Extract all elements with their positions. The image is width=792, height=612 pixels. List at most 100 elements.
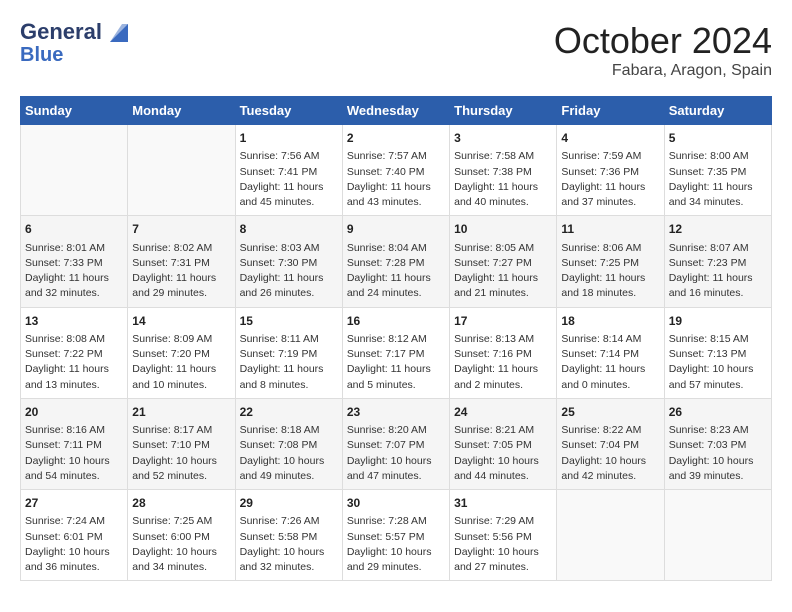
day-info: Sunrise: 7:24 AM Sunset: 6:01 PM Dayligh… bbox=[25, 514, 123, 575]
day-number: 8 bbox=[240, 221, 338, 238]
day-number: 11 bbox=[561, 221, 659, 238]
calendar-week-1: 1Sunrise: 7:56 AM Sunset: 7:41 PM Daylig… bbox=[21, 125, 772, 216]
day-number: 6 bbox=[25, 221, 123, 238]
calendar-cell: 2 Sunrise: 7:57 AM Sunset: 7:40 PM Daylig… bbox=[342, 125, 449, 216]
day-info: Sunrise: 8:15 AM Sunset: 7:13 PM Dayligh… bbox=[669, 332, 767, 393]
day-number: 7 bbox=[132, 221, 230, 238]
day-info: Sunrise: 8:01 AM Sunset: 7:33 PM Dayligh… bbox=[25, 241, 123, 302]
day-info: Sunrise: 7:56 AM Sunset: 7:41 PM Dayligh… bbox=[240, 149, 338, 210]
day-number: 3 bbox=[454, 130, 552, 147]
calendar-cell: 25 Sunrise: 8:22 AM Sunset: 7:04 PM Dayli… bbox=[557, 398, 664, 489]
day-number: 22 bbox=[240, 404, 338, 421]
day-info: Sunrise: 7:26 AM Sunset: 5:58 PM Dayligh… bbox=[240, 514, 338, 575]
calendar-cell: 3Sunrise: 7:58 AM Sunset: 7:38 PM Daylig… bbox=[450, 125, 557, 216]
day-number: 25 bbox=[561, 404, 659, 421]
day-number: 28 bbox=[132, 495, 230, 512]
day-info: Sunrise: 8:17 AM Sunset: 7:10 PM Dayligh… bbox=[132, 423, 230, 484]
day-info: Sunrise: 8:14 AM Sunset: 7:14 PM Dayligh… bbox=[561, 332, 659, 393]
logo-text: General bbox=[20, 20, 128, 44]
day-info: Sunrise: 8:13 AM Sunset: 7:16 PM Dayligh… bbox=[454, 332, 552, 393]
calendar-cell: 1Sunrise: 7:56 AM Sunset: 7:41 PM Daylig… bbox=[235, 125, 342, 216]
calendar-cell: 21 Sunrise: 8:17 AM Sunset: 7:10 PM Dayli… bbox=[128, 398, 235, 489]
day-info: Sunrise: 8:16 AM Sunset: 7:11 PM Dayligh… bbox=[25, 423, 123, 484]
day-info: Sunrise: 8:21 AM Sunset: 7:05 PM Dayligh… bbox=[454, 423, 552, 484]
day-number: 9 bbox=[347, 221, 445, 238]
month-title: October 2024 bbox=[554, 20, 772, 62]
calendar-week-4: 20 Sunrise: 8:16 AM Sunset: 7:11 PM Dayli… bbox=[21, 398, 772, 489]
day-info: Sunrise: 8:08 AM Sunset: 7:22 PM Dayligh… bbox=[25, 332, 123, 393]
day-number: 10 bbox=[454, 221, 552, 238]
day-number: 13 bbox=[25, 313, 123, 330]
calendar-cell bbox=[664, 490, 771, 581]
location: Fabara, Aragon, Spain bbox=[554, 62, 772, 80]
calendar-cell: 4 Sunrise: 7:59 AM Sunset: 7:36 PM Daylig… bbox=[557, 125, 664, 216]
day-info: Sunrise: 8:00 AM Sunset: 7:35 PM Dayligh… bbox=[669, 149, 767, 210]
day-number: 20 bbox=[25, 404, 123, 421]
calendar-cell: 31Sunrise: 7:29 AM Sunset: 5:56 PM Dayli… bbox=[450, 490, 557, 581]
calendar-cell: 23 Sunrise: 8:20 AM Sunset: 7:07 PM Dayli… bbox=[342, 398, 449, 489]
day-info: Sunrise: 8:18 AM Sunset: 7:08 PM Dayligh… bbox=[240, 423, 338, 484]
calendar-table: SundayMondayTuesdayWednesdayThursdayFrid… bbox=[20, 96, 772, 581]
calendar-cell: 24 Sunrise: 8:21 AM Sunset: 7:05 PM Dayli… bbox=[450, 398, 557, 489]
calendar-week-5: 27Sunrise: 7:24 AM Sunset: 6:01 PM Dayli… bbox=[21, 490, 772, 581]
calendar-cell: 6 Sunrise: 8:01 AM Sunset: 7:33 PM Daylig… bbox=[21, 216, 128, 307]
day-number: 31 bbox=[454, 495, 552, 512]
day-number: 23 bbox=[347, 404, 445, 421]
day-info: Sunrise: 8:11 AM Sunset: 7:19 PM Dayligh… bbox=[240, 332, 338, 393]
calendar-cell bbox=[21, 125, 128, 216]
day-info: Sunrise: 8:06 AM Sunset: 7:25 PM Dayligh… bbox=[561, 241, 659, 302]
day-info: Sunrise: 7:57 AM Sunset: 7:40 PM Dayligh… bbox=[347, 149, 445, 210]
day-info: Sunrise: 8:02 AM Sunset: 7:31 PM Dayligh… bbox=[132, 241, 230, 302]
calendar-cell: 28Sunrise: 7:25 AM Sunset: 6:00 PM Dayli… bbox=[128, 490, 235, 581]
calendar-cell: 8Sunrise: 8:03 AM Sunset: 7:30 PM Daylig… bbox=[235, 216, 342, 307]
day-info: Sunrise: 8:09 AM Sunset: 7:20 PM Dayligh… bbox=[132, 332, 230, 393]
day-info: Sunrise: 7:28 AM Sunset: 5:57 PM Dayligh… bbox=[347, 514, 445, 575]
day-info: Sunrise: 8:07 AM Sunset: 7:23 PM Dayligh… bbox=[669, 241, 767, 302]
calendar-cell: 10 Sunrise: 8:05 AM Sunset: 7:27 PM Dayli… bbox=[450, 216, 557, 307]
day-number: 15 bbox=[240, 313, 338, 330]
calendar-cell: 9 Sunrise: 8:04 AM Sunset: 7:28 PM Daylig… bbox=[342, 216, 449, 307]
calendar-body: 1Sunrise: 7:56 AM Sunset: 7:41 PM Daylig… bbox=[21, 125, 772, 581]
calendar-cell: 29Sunrise: 7:26 AM Sunset: 5:58 PM Dayli… bbox=[235, 490, 342, 581]
calendar-week-3: 13 Sunrise: 8:08 AM Sunset: 7:22 PM Dayli… bbox=[21, 307, 772, 398]
day-info: Sunrise: 8:20 AM Sunset: 7:07 PM Dayligh… bbox=[347, 423, 445, 484]
day-number: 18 bbox=[561, 313, 659, 330]
day-number: 16 bbox=[347, 313, 445, 330]
calendar-cell bbox=[128, 125, 235, 216]
day-info: Sunrise: 8:04 AM Sunset: 7:28 PM Dayligh… bbox=[347, 241, 445, 302]
calendar-cell: 7 Sunrise: 8:02 AM Sunset: 7:31 PM Daylig… bbox=[128, 216, 235, 307]
logo-subtext: Blue bbox=[20, 44, 63, 66]
calendar-cell: 20 Sunrise: 8:16 AM Sunset: 7:11 PM Dayli… bbox=[21, 398, 128, 489]
day-header-friday: Friday bbox=[557, 97, 664, 125]
day-info: Sunrise: 8:12 AM Sunset: 7:17 PM Dayligh… bbox=[347, 332, 445, 393]
day-info: Sunrise: 7:59 AM Sunset: 7:36 PM Dayligh… bbox=[561, 149, 659, 210]
day-header-saturday: Saturday bbox=[664, 97, 771, 125]
calendar-cell: 18 Sunrise: 8:14 AM Sunset: 7:14 PM Dayli… bbox=[557, 307, 664, 398]
title-block: October 2024 Fabara, Aragon, Spain bbox=[554, 20, 772, 80]
calendar-cell: 11 Sunrise: 8:06 AM Sunset: 7:25 PM Dayli… bbox=[557, 216, 664, 307]
calendar-cell: 16 Sunrise: 8:12 AM Sunset: 7:17 PM Dayli… bbox=[342, 307, 449, 398]
logo-icon bbox=[110, 24, 128, 42]
day-number: 4 bbox=[561, 130, 659, 147]
day-number: 26 bbox=[669, 404, 767, 421]
calendar-cell: 14Sunrise: 8:09 AM Sunset: 7:20 PM Dayli… bbox=[128, 307, 235, 398]
calendar-cell: 26Sunrise: 8:23 AM Sunset: 7:03 PM Dayli… bbox=[664, 398, 771, 489]
day-number: 19 bbox=[669, 313, 767, 330]
logo: General Blue bbox=[20, 20, 128, 66]
day-info: Sunrise: 8:05 AM Sunset: 7:27 PM Dayligh… bbox=[454, 241, 552, 302]
page-header: General Blue October 2024 Fabara, Aragon… bbox=[20, 20, 772, 80]
day-header-monday: Monday bbox=[128, 97, 235, 125]
calendar-header: SundayMondayTuesdayWednesdayThursdayFrid… bbox=[21, 97, 772, 125]
day-number: 24 bbox=[454, 404, 552, 421]
day-info: Sunrise: 8:22 AM Sunset: 7:04 PM Dayligh… bbox=[561, 423, 659, 484]
day-number: 30 bbox=[347, 495, 445, 512]
day-number: 21 bbox=[132, 404, 230, 421]
calendar-cell: 15 Sunrise: 8:11 AM Sunset: 7:19 PM Dayli… bbox=[235, 307, 342, 398]
day-number: 5 bbox=[669, 130, 767, 147]
day-header-sunday: Sunday bbox=[21, 97, 128, 125]
calendar-week-2: 6 Sunrise: 8:01 AM Sunset: 7:33 PM Daylig… bbox=[21, 216, 772, 307]
calendar-cell: 27Sunrise: 7:24 AM Sunset: 6:01 PM Dayli… bbox=[21, 490, 128, 581]
calendar-cell: 12Sunrise: 8:07 AM Sunset: 7:23 PM Dayli… bbox=[664, 216, 771, 307]
calendar-cell bbox=[557, 490, 664, 581]
day-number: 2 bbox=[347, 130, 445, 147]
